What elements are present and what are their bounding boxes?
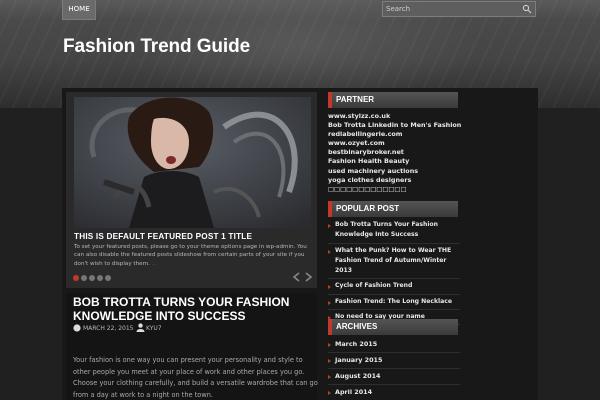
popular-post-link[interactable]: Cycle of Fashion Trend — [328, 279, 460, 295]
archive-link[interactable]: April 2014 — [328, 385, 460, 400]
search-box — [382, 1, 536, 17]
archive-link[interactable]: March 2015 — [328, 337, 460, 353]
partner-link[interactable]: redlabellingerie.com — [328, 130, 458, 139]
featured-text-body: To set your featured posts, please go to… — [74, 244, 307, 267]
partner-link[interactable]: www.stylzz.co.uk — [328, 112, 458, 121]
slider-dot-5[interactable] — [105, 275, 111, 281]
clock-icon — [73, 324, 81, 332]
partner-link[interactable]: bestbinarybroker.net — [328, 148, 458, 157]
featured-title[interactable]: THIS IS DEFAULT FEATURED POST 1 TITLE — [74, 232, 314, 241]
featured-more-link[interactable]: ... — [152, 261, 157, 267]
featured-text: To set your featured posts, please go to… — [74, 243, 314, 268]
slider-prev-arrow-icon[interactable] — [292, 272, 301, 282]
slider-dot-1[interactable] — [73, 275, 79, 281]
slider-dot-2[interactable] — [81, 275, 87, 281]
archive-link[interactable]: August 2014 — [328, 369, 460, 385]
popular-post-link[interactable]: Bob Trotta Turns Your Fashion Knowledge … — [328, 218, 460, 244]
popular-widget-title: POPULAR POST — [328, 201, 458, 217]
top-nav: HOME — [0, 0, 600, 20]
search-input[interactable] — [386, 3, 516, 15]
partner-link[interactable]: used machinery auctions — [328, 167, 458, 176]
post-author[interactable]: KYU7 — [146, 325, 162, 332]
partner-link[interactable]: Bob Trotta Linkedin to Men's Fashion — [328, 121, 461, 130]
post-date: MARCH 22, 2015 — [83, 325, 134, 332]
popular-post-list: Bob Trotta Turns Your Fashion Knowledge … — [328, 218, 460, 326]
site-title[interactable]: Fashion Trend Guide — [63, 36, 250, 58]
popular-post-link[interactable]: Fashion Trend: The Long Necklace — [328, 295, 460, 311]
archive-link[interactable]: January 2015 — [328, 353, 460, 369]
slider-dot-4[interactable] — [97, 275, 103, 281]
post-excerpt: Your fashion is one way you can present … — [73, 356, 318, 399]
partner-link[interactable]: yoga clothes designers — [328, 176, 458, 185]
partner-list: www.stylzz.co.uk Bob Trotta Linkedin to … — [328, 112, 461, 194]
post-title[interactable]: BOB TROTTA TURNS YOUR FASHION KNOWLEDGE … — [73, 295, 313, 323]
partner-link[interactable]: □□□□□□□□□□□□□ — [328, 185, 458, 194]
slider-next-arrow-icon[interactable] — [304, 272, 313, 282]
search-icon[interactable] — [522, 4, 532, 14]
archives-widget-title: ARCHIVES — [328, 319, 458, 335]
author-icon — [136, 323, 145, 332]
partner-widget-title: PARTNER — [328, 92, 458, 108]
partner-link[interactable]: Fashion Health Beauty — [328, 157, 458, 166]
nav-home-link[interactable]: HOME — [62, 0, 96, 20]
slider-dot-3[interactable] — [89, 275, 95, 281]
featured-image[interactable] — [74, 97, 311, 228]
popular-post-link[interactable]: What the Punk? How to Wear THE Fashion T… — [328, 244, 460, 280]
archives-list: March 2015 January 2015 August 2014 Apri… — [328, 337, 460, 400]
partner-link[interactable]: www.ozyet.com — [328, 139, 458, 148]
